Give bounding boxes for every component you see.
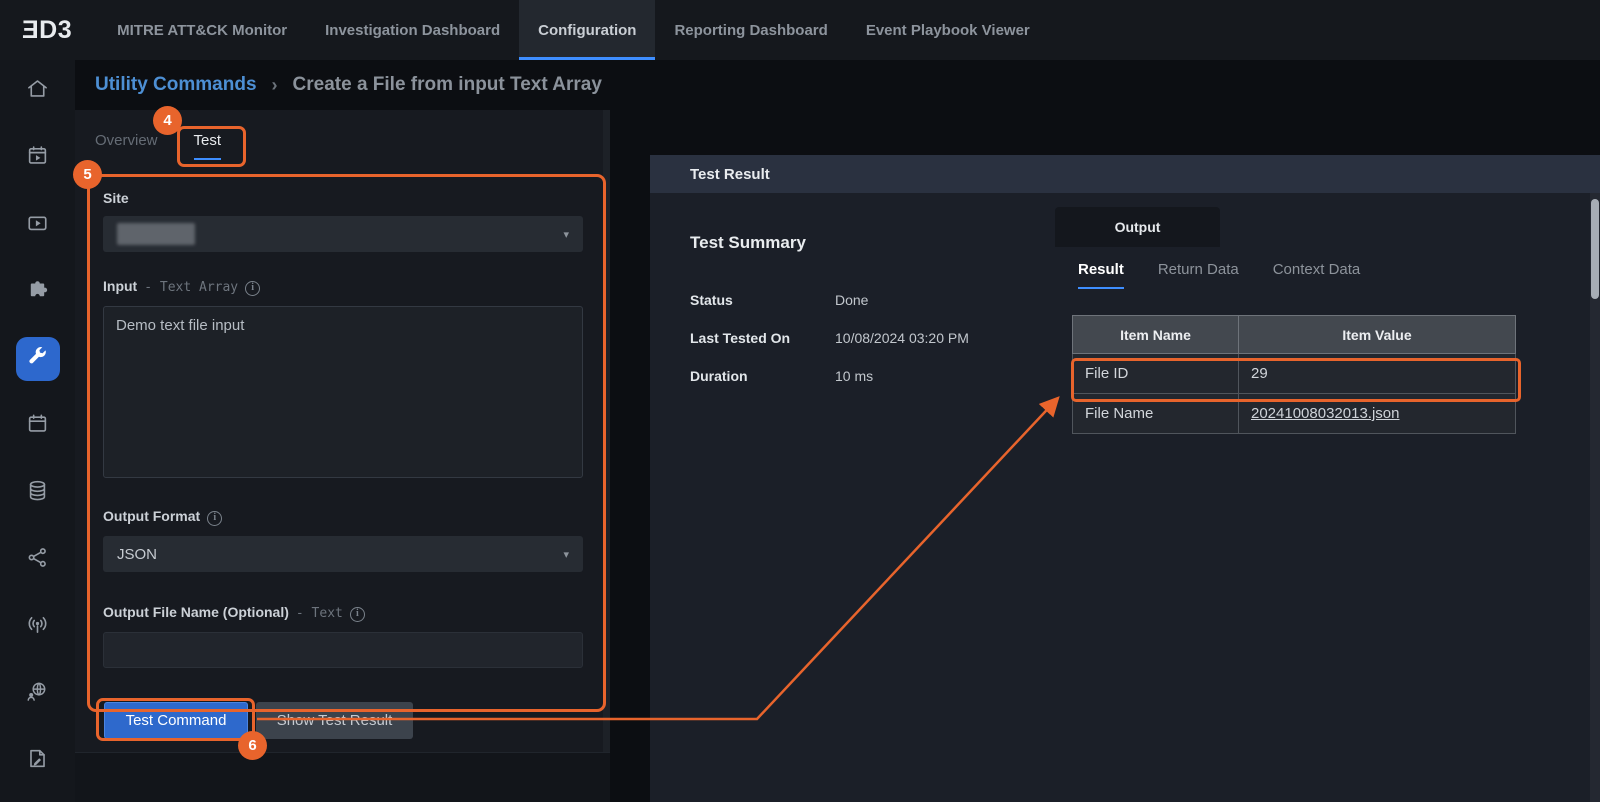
panel-tabs: Overview Test: [95, 132, 221, 160]
summary-row-status: Status Done: [690, 292, 868, 308]
output-format-value: JSON: [117, 546, 157, 563]
duration-value: 10 ms: [835, 368, 873, 384]
annotation-badge-6: 6: [238, 731, 267, 760]
input-textarea[interactable]: Demo text file input: [103, 306, 583, 478]
file-id-name-cell: File ID: [1073, 354, 1239, 394]
tab-result[interactable]: Result: [1078, 261, 1124, 289]
nav-mitre-attack-monitor[interactable]: MITRE ATT&CK Monitor: [98, 0, 306, 60]
chevron-down-icon: [563, 228, 569, 241]
site-select[interactable]: [103, 216, 583, 252]
chevron-down-icon: [563, 548, 569, 561]
globe-user-icon: [26, 680, 49, 708]
nav-investigation-dashboard[interactable]: Investigation Dashboard: [306, 0, 519, 60]
output-format-select[interactable]: JSON: [103, 536, 583, 572]
sidebar-item-geo[interactable]: [16, 672, 60, 716]
input-label-text: Input: [103, 278, 137, 294]
tab-return-data[interactable]: Return Data: [1158, 261, 1239, 289]
nav-event-playbook-viewer[interactable]: Event Playbook Viewer: [847, 0, 1049, 60]
output-subtabs: Result Return Data Context Data: [1078, 261, 1360, 289]
calendar-icon: [26, 412, 49, 440]
sidebar-item-utility-tools[interactable]: [16, 337, 60, 381]
table-row-file-id: File ID 29: [1073, 354, 1516, 394]
result-table: Item Name Item Value File ID 29 File Nam…: [1072, 315, 1516, 434]
sidebar-item-broadcast[interactable]: [16, 605, 60, 649]
table-header-row: Item Name Item Value: [1073, 316, 1516, 354]
sidebar-icon-rail: [0, 60, 75, 802]
top-navigation-bar: ƎD3 MITRE ATT&CK Monitor Investigation D…: [0, 0, 1600, 60]
sidebar-item-connections[interactable]: [16, 538, 60, 582]
sidebar-item-integrations[interactable]: [16, 270, 60, 314]
panel-footer: [75, 752, 610, 802]
file-name-link[interactable]: 20241008032013.json: [1251, 405, 1399, 422]
test-result-panel: Test Result Test Summary Status Done Las…: [650, 155, 1600, 802]
input-label: Input - Text Array: [103, 278, 260, 296]
sidebar-item-audit-log[interactable]: [16, 739, 60, 783]
video-library-icon: [26, 211, 49, 239]
event-monitor-icon: [26, 144, 49, 172]
d3-logo: ƎD3: [22, 16, 72, 45]
output-format-label-text: Output Format: [103, 508, 200, 524]
nav-configuration[interactable]: Configuration: [519, 0, 655, 60]
file-name-value-cell: 20241008032013.json: [1239, 394, 1516, 434]
col-item-name: Item Name: [1073, 316, 1239, 354]
sidebar-item-schedule[interactable]: [16, 404, 60, 448]
sidebar-item-database[interactable]: [16, 471, 60, 515]
info-icon[interactable]: [245, 281, 260, 296]
status-value: Done: [835, 292, 868, 308]
status-label: Status: [690, 292, 835, 308]
site-value-redacted: [117, 223, 195, 245]
output-file-name-label-text: Output File Name (Optional): [103, 604, 289, 620]
test-summary-heading: Test Summary: [690, 233, 806, 253]
breadcrumb-utility-commands[interactable]: Utility Commands: [95, 74, 257, 96]
table-row-file-name: File Name 20241008032013.json: [1073, 394, 1516, 434]
home-icon: [26, 77, 49, 105]
test-result-title: Test Result: [690, 166, 770, 183]
test-result-header: Test Result: [650, 155, 1600, 193]
wrench-icon: [26, 345, 49, 373]
file-name-name-cell: File Name: [1073, 394, 1239, 434]
info-icon[interactable]: [350, 607, 365, 622]
last-tested-value: 10/08/2024 03:20 PM: [835, 330, 969, 346]
output-format-label: Output Format: [103, 508, 222, 526]
document-pen-icon: [26, 747, 49, 775]
annotation-badge-4: 4: [153, 106, 182, 135]
info-icon[interactable]: [207, 511, 222, 526]
breadcrumb: Utility Commands › Create a File from in…: [0, 60, 1600, 110]
summary-row-duration: Duration 10 ms: [690, 368, 873, 384]
site-label: Site: [103, 190, 129, 206]
share-nodes-icon: [26, 546, 49, 574]
database-icon: [26, 479, 49, 507]
screen: ƎD3 MITRE ATT&CK Monitor Investigation D…: [0, 0, 1600, 802]
chevron-right-icon: ›: [272, 75, 278, 96]
puzzle-icon: [26, 278, 49, 306]
input-type-hint: - Text Array: [144, 280, 238, 295]
output-file-name-input[interactable]: [103, 632, 583, 668]
command-test-panel: Overview Test Site Input - Text Array Dem…: [75, 110, 610, 802]
last-tested-label: Last Tested On: [690, 330, 835, 346]
file-id-value-cell: 29: [1239, 354, 1516, 394]
col-item-value: Item Value: [1239, 316, 1516, 354]
sidebar-item-home[interactable]: [16, 69, 60, 113]
test-command-button[interactable]: Test Command: [104, 702, 248, 739]
result-panel-scroll-track[interactable]: [1590, 193, 1600, 802]
result-panel-scroll-thumb[interactable]: [1591, 199, 1599, 299]
sidebar-item-event-monitor[interactable]: [16, 136, 60, 180]
output-file-name-label: Output File Name (Optional) - Text: [103, 604, 365, 622]
tab-context-data[interactable]: Context Data: [1273, 261, 1361, 289]
nav-reporting-dashboard[interactable]: Reporting Dashboard: [655, 0, 846, 60]
annotation-badge-5: 5: [73, 160, 102, 189]
tab-test[interactable]: Test: [194, 132, 222, 160]
page-title: Create a File from input Text Array: [293, 74, 602, 96]
tab-output[interactable]: Output: [1055, 207, 1220, 247]
broadcast-icon: [26, 613, 49, 641]
show-test-result-button[interactable]: Show Test Result: [256, 702, 413, 739]
sidebar-item-video-library[interactable]: [16, 203, 60, 247]
duration-label: Duration: [690, 368, 835, 384]
tab-overview[interactable]: Overview: [95, 132, 158, 160]
summary-row-last-tested: Last Tested On 10/08/2024 03:20 PM: [690, 330, 969, 346]
top-nav: MITRE ATT&CK Monitor Investigation Dashb…: [98, 0, 1049, 60]
left-panel-scrollbar[interactable]: [603, 110, 610, 802]
output-file-name-type-hint: - Text: [296, 606, 343, 621]
